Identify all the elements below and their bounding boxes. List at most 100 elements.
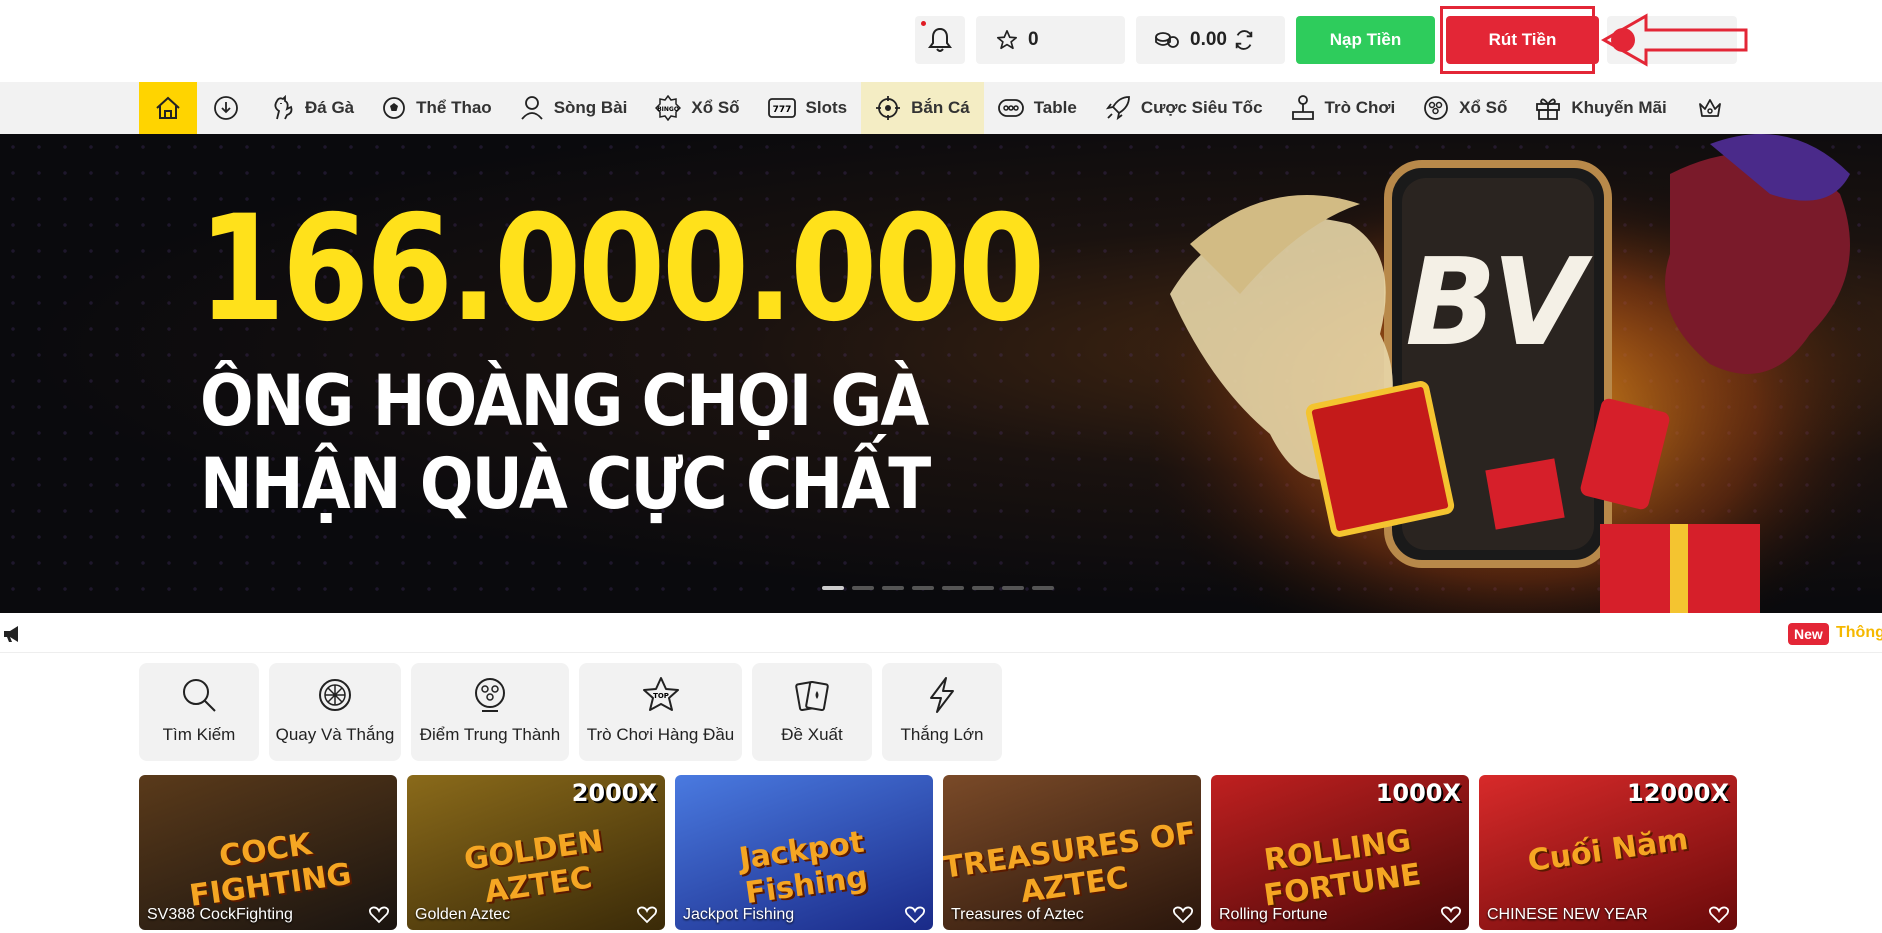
quick-spin-win[interactable]: Quay Và Thắng bbox=[269, 663, 401, 761]
quick-recommended[interactable]: Đề Xuất bbox=[752, 663, 872, 761]
quick-label: Quay Và Thắng bbox=[275, 725, 395, 744]
announcement-bar: New Thông bbox=[0, 613, 1882, 653]
favorites-count: 0 bbox=[1028, 29, 1039, 50]
nav-label: Khuyến Mãi bbox=[1571, 98, 1667, 117]
notification-button[interactable] bbox=[915, 16, 965, 64]
game-art-text: ROLLING FORTUNE bbox=[1261, 823, 1424, 914]
top-star-icon: TOP bbox=[642, 677, 679, 711]
cards-icon bbox=[795, 680, 829, 712]
rocket-icon bbox=[1105, 96, 1130, 121]
banner-rooster-art: BV bbox=[1150, 134, 1882, 613]
heart-icon[interactable] bbox=[369, 906, 389, 924]
carousel-dot[interactable] bbox=[942, 586, 964, 590]
favorites-button[interactable]: 0 bbox=[976, 16, 1125, 64]
quick-label: Thắng Lớn bbox=[900, 725, 984, 744]
carousel-dot[interactable] bbox=[912, 586, 934, 590]
nav-label: Đá Gà bbox=[305, 98, 355, 117]
game-title: CHINESE NEW YEAR bbox=[1487, 906, 1648, 923]
quick-label: Trò Chơi Hàng Đầu bbox=[586, 725, 735, 744]
carousel-dot[interactable] bbox=[1032, 586, 1054, 590]
nav-vip[interactable] bbox=[1681, 82, 1739, 134]
main-nav: Đá Gà Thể Thao Sòng Bài BINGO Xổ Số 777 … bbox=[0, 82, 1882, 134]
nav-the-thao[interactable]: Thể Thao bbox=[368, 82, 506, 134]
withdraw-button[interactable]: Rút Tiền bbox=[1446, 16, 1599, 64]
nav-xo-so-2[interactable]: Xổ Số bbox=[1409, 82, 1521, 134]
game-art-text: Cuối Năm bbox=[1525, 821, 1691, 880]
soccer-ball-icon bbox=[383, 97, 406, 119]
crown-icon bbox=[1698, 99, 1721, 117]
heart-icon[interactable] bbox=[1709, 906, 1729, 924]
deposit-button[interactable]: Nạp Tiền bbox=[1296, 16, 1435, 64]
nav-ban-ca[interactable]: Bắn Cá bbox=[861, 82, 984, 134]
refresh-icon[interactable] bbox=[1233, 29, 1255, 51]
banner-amount: 166.000.000 bbox=[198, 184, 1045, 354]
nav-label: Cược Siêu Tốc bbox=[1140, 98, 1263, 117]
svg-text:TOP: TOP bbox=[653, 692, 669, 700]
nav-label: Thể Thao bbox=[416, 98, 492, 117]
quick-label: Tìm Kiếm bbox=[162, 725, 236, 744]
quick-label: Điểm Trung Thành bbox=[419, 725, 561, 744]
balance-display: 0.00 bbox=[1136, 16, 1285, 64]
game-card[interactable]: COCK FIGHTING SV388 CockFighting bbox=[139, 775, 397, 930]
search-icon bbox=[183, 679, 216, 712]
quick-top-games[interactable]: TOP Trò Chơi Hàng Đầu bbox=[579, 663, 742, 761]
joystick-icon bbox=[1291, 95, 1314, 120]
nav-song-bai[interactable]: Sòng Bài bbox=[506, 82, 642, 134]
home-icon bbox=[156, 96, 180, 119]
bingo-icon: BINGO bbox=[655, 95, 682, 121]
svg-text:777: 777 bbox=[772, 105, 791, 115]
game-art-text: COCK FIGHTING bbox=[187, 826, 354, 914]
slot-machine-icon: 777 bbox=[767, 98, 796, 118]
nav-slots[interactable]: 777 Slots bbox=[754, 82, 862, 134]
carousel-dot[interactable] bbox=[972, 586, 994, 590]
dealer-icon bbox=[521, 96, 543, 120]
game-art-text: TREASURES OF AZTEC bbox=[943, 815, 1199, 911]
nav-tro-choi[interactable]: Trò Chơi bbox=[1277, 82, 1410, 134]
game-card[interactable]: ROLLING FORTUNE 1000X Rolling Fortune bbox=[1211, 775, 1469, 930]
game-multiplier: 1000X bbox=[1375, 779, 1461, 807]
game-title: Treasures of Aztec bbox=[951, 906, 1084, 923]
gift-icon bbox=[1536, 98, 1561, 120]
game-title: SV388 CockFighting bbox=[147, 906, 293, 923]
carousel-dot[interactable] bbox=[822, 586, 844, 590]
carousel-dot[interactable] bbox=[852, 586, 874, 590]
announcement-text[interactable]: Thông bbox=[1836, 624, 1882, 642]
game-art-text: Jackpot Fishing bbox=[736, 824, 870, 912]
nav-label: Bắn Cá bbox=[911, 98, 970, 117]
nav-label: Xổ Số bbox=[691, 98, 740, 117]
game-art-text: GOLDEN AZTEC bbox=[461, 823, 606, 911]
game-card[interactable]: Cuối Năm 12000X CHINESE NEW YEAR bbox=[1479, 775, 1737, 930]
nav-label: Trò Chơi bbox=[1324, 98, 1396, 117]
heart-icon[interactable] bbox=[905, 906, 925, 924]
heart-icon[interactable] bbox=[637, 906, 657, 924]
nav-table[interactable]: Table bbox=[984, 82, 1091, 134]
target-icon bbox=[876, 96, 901, 120]
quick-big-win[interactable]: Thắng Lớn bbox=[882, 663, 1002, 761]
game-card[interactable]: GOLDEN AZTEC 2000X Golden Aztec bbox=[407, 775, 665, 930]
new-badge: New bbox=[1788, 623, 1829, 645]
nav-home[interactable] bbox=[139, 82, 197, 134]
quick-links: Tìm Kiếm Quay Và Thắng Điểm Trung Thành … bbox=[139, 663, 1002, 761]
heart-icon[interactable] bbox=[1441, 906, 1461, 924]
nav-khuyen-mai[interactable]: Khuyến Mãi bbox=[1521, 82, 1680, 134]
table-game-icon bbox=[997, 99, 1024, 117]
annotation-arrow-icon bbox=[1600, 13, 1748, 67]
game-multiplier: 12000X bbox=[1627, 779, 1729, 807]
game-title: Rolling Fortune bbox=[1219, 906, 1328, 923]
heart-icon[interactable] bbox=[1173, 906, 1193, 924]
game-card[interactable]: TREASURES OF AZTEC Treasures of Aztec bbox=[943, 775, 1201, 930]
nav-cuoc-sieu-toc[interactable]: Cược Siêu Tốc bbox=[1091, 82, 1277, 134]
carousel-dot[interactable] bbox=[882, 586, 904, 590]
loyalty-icon bbox=[475, 678, 505, 712]
nav-download[interactable] bbox=[197, 82, 255, 134]
banner-headline-1: ÔNG HOÀNG CHỌI GÀ bbox=[200, 360, 929, 442]
banner-logo: BV bbox=[1405, 234, 1593, 373]
quick-search[interactable]: Tìm Kiếm bbox=[139, 663, 259, 761]
game-card[interactable]: Jackpot Fishing Jackpot Fishing bbox=[675, 775, 933, 930]
carousel-dot[interactable] bbox=[1002, 586, 1024, 590]
game-grid: COCK FIGHTING SV388 CockFighting GOLDEN … bbox=[139, 775, 1737, 930]
nav-xo-so[interactable]: BINGO Xổ Số bbox=[641, 82, 753, 134]
nav-da-ga[interactable]: Đá Gà bbox=[255, 82, 368, 134]
quick-loyalty[interactable]: Điểm Trung Thành bbox=[411, 663, 569, 761]
hero-banner[interactable]: 166.000.000 ÔNG HOÀNG CHỌI GÀ NHẬN QUÀ C… bbox=[0, 134, 1882, 613]
